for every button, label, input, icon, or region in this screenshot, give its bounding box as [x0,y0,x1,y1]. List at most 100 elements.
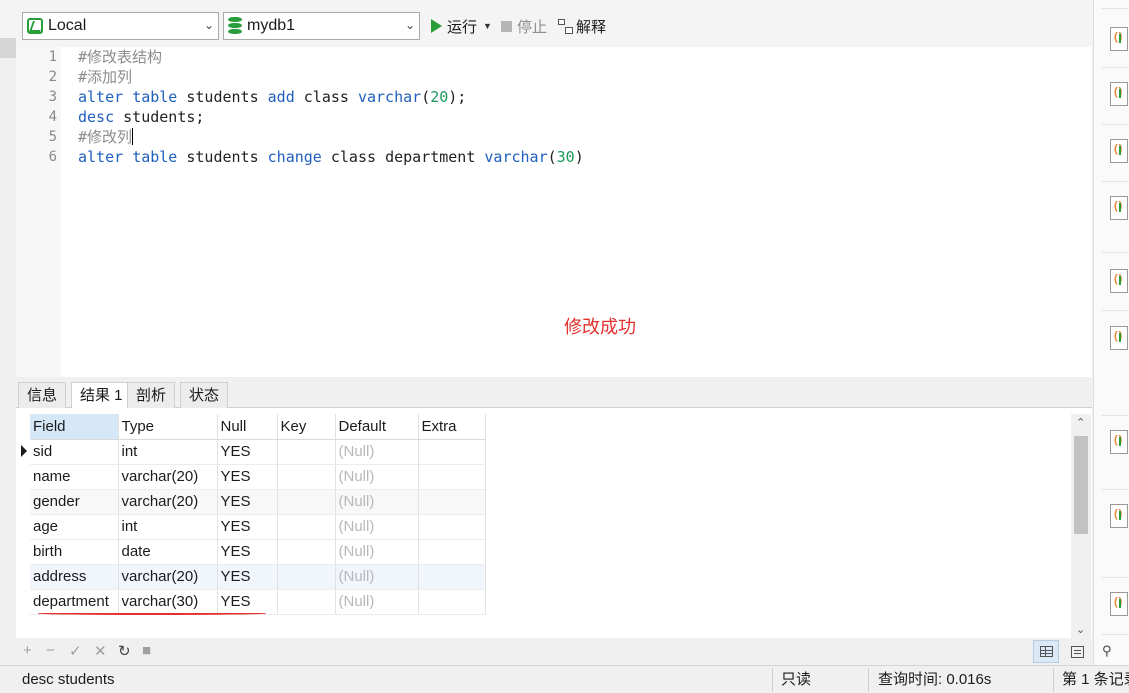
grid-cell[interactable]: YES [217,464,278,490]
query-file-icon[interactable] [1110,27,1128,51]
table-row[interactable]: sid int YES (Null) [30,439,486,465]
grid-cell[interactable]: varchar(20) [118,489,218,515]
table-row[interactable]: gender varchar(20) YES (Null) [30,489,486,515]
grid-cell[interactable]: varchar(30) [118,589,218,615]
grid-cell[interactable] [418,589,486,615]
grid-cell[interactable] [277,489,336,515]
query-file-icon[interactable] [1110,326,1128,350]
grid-cell[interactable]: int [118,514,218,540]
grid-vertical-scrollbar[interactable]: ⌃ ⌄ [1071,414,1091,638]
grid-cell[interactable] [277,589,336,615]
panel-divider [1102,310,1129,311]
tab-info[interactable]: 信息 [18,382,67,408]
grid-cell[interactable]: YES [217,564,278,590]
column-header[interactable]: Type [118,414,218,440]
column-header[interactable]: Default [335,414,419,440]
database-select[interactable]: mydb1 ⌄ [223,12,420,40]
stop-button[interactable]: 停止 [501,15,547,37]
grid-cell[interactable]: department [30,589,119,615]
status-sql: desc students [22,671,115,688]
delete-record-icon[interactable]: − [46,642,55,659]
search-icon[interactable]: ⚲ [1102,643,1112,659]
query-file-icon[interactable] [1110,82,1128,106]
panel-divider [1102,124,1129,125]
stop-icon[interactable]: ■ [142,642,151,659]
comment: #修改表结构 [78,48,163,66]
text-caret [132,128,134,145]
query-file-icon[interactable] [1110,196,1128,220]
column-header[interactable]: Key [277,414,336,440]
query-file-icon[interactable] [1110,139,1128,163]
refresh-icon[interactable]: ↻ [118,642,131,660]
tab-result-1[interactable]: 结果 1 [71,382,132,409]
table-row[interactable]: age int YES (Null) [30,514,486,540]
table-row[interactable]: name varchar(20) YES (Null) [30,464,486,490]
run-button[interactable]: 运行 ▼ [431,15,492,37]
grid-cell[interactable]: (Null) [335,589,419,615]
grid-cell[interactable] [277,539,336,565]
grid-cell[interactable] [418,489,486,515]
database-value: mydb1 [247,17,296,34]
scroll-thumb[interactable] [1074,436,1088,534]
add-record-icon[interactable]: + [23,642,32,659]
sql-editor[interactable]: 1 2 3 4 5 6 #修改表结构 #添加列 alter table stud… [16,47,1092,377]
table-row[interactable]: address varchar(20) YES (Null) [30,564,486,590]
query-file-icon[interactable] [1110,269,1128,293]
grid-cell[interactable]: (Null) [335,439,419,465]
grid-cell[interactable]: (Null) [335,464,419,490]
grid-cell[interactable]: date [118,539,218,565]
grid-view-icon [1040,646,1053,657]
grid-cell[interactable] [418,464,486,490]
tab-status[interactable]: 状态 [180,382,229,408]
column-header[interactable]: Null [217,414,278,440]
line-number: 6 [48,149,57,165]
grid-cell[interactable]: birth [30,539,119,565]
apply-changes-icon[interactable]: ✓ [69,642,82,660]
connection-select[interactable]: Local ⌄ [22,12,219,40]
result-tabs: 信息 结果 1 剖析 状态 [16,378,1092,409]
grid-cell[interactable]: (Null) [335,514,419,540]
grid-cell[interactable] [418,439,486,465]
grid-cell[interactable]: address [30,564,119,590]
grid-cell[interactable]: varchar(20) [118,564,218,590]
column-header[interactable]: Field [30,414,119,440]
grid-cell[interactable] [277,464,336,490]
column-header[interactable]: Extra [418,414,486,440]
scroll-up-icon[interactable]: ⌃ [1076,416,1085,429]
table-row[interactable]: department varchar(30) YES (Null) [30,589,486,615]
grid-cell[interactable]: int [118,439,218,465]
grid-cell[interactable]: varchar(20) [118,464,218,490]
grid-cell[interactable] [277,439,336,465]
query-file-icon[interactable] [1110,592,1128,616]
grid-cell[interactable]: (Null) [335,489,419,515]
identifier: students; [123,108,205,126]
grid-cell[interactable] [277,564,336,590]
grid-cell[interactable]: name [30,464,119,490]
query-file-icon[interactable] [1110,504,1128,528]
grid-footer-toolbar: + − ✓ ✕ ↻ ■ [16,638,1092,665]
grid-cell[interactable] [418,539,486,565]
grid-cell[interactable]: YES [217,489,278,515]
grid-cell[interactable]: YES [217,439,278,465]
discard-changes-icon[interactable]: ✕ [94,642,107,660]
grid-cell[interactable]: YES [217,589,278,615]
grid-cell[interactable] [418,514,486,540]
scroll-down-icon[interactable]: ⌄ [1076,623,1085,636]
grid-cell[interactable]: YES [217,539,278,565]
table-row[interactable]: birth date YES (Null) [30,539,486,565]
grid-cell[interactable]: sid [30,439,119,465]
grid-cell[interactable] [277,514,336,540]
tab-profile[interactable]: 剖析 [127,382,176,408]
grid-cell[interactable] [418,564,486,590]
query-file-icon[interactable] [1110,430,1128,454]
dropdown-arrow-icon[interactable]: ▼ [483,21,492,31]
grid-cell[interactable]: (Null) [335,539,419,565]
explain-button[interactable]: 解释 [558,15,606,37]
grid-cell[interactable]: age [30,514,119,540]
grid-cell[interactable]: (Null) [335,564,419,590]
grid-cell[interactable]: gender [30,489,119,515]
grid-view-button[interactable] [1033,640,1059,663]
line-number: 5 [48,129,57,145]
form-view-button[interactable] [1064,640,1090,663]
grid-cell[interactable]: YES [217,514,278,540]
